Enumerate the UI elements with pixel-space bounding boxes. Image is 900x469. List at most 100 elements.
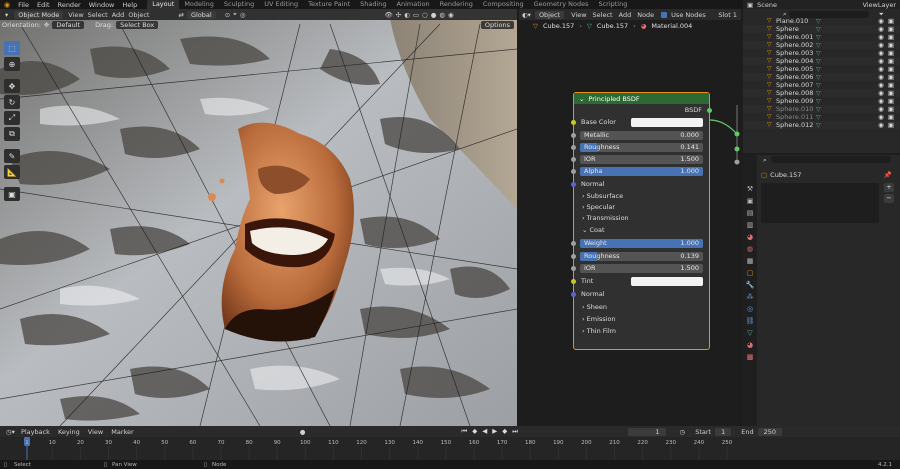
xray-icon[interactable]: ▭ xyxy=(413,11,419,19)
remove-slot-button[interactable]: − xyxy=(884,194,894,203)
eye-icon[interactable]: ◉ xyxy=(878,33,884,41)
tint-swatch[interactable] xyxy=(631,276,703,286)
workspace-tab-rendering[interactable]: Rendering xyxy=(435,0,478,9)
principled-bsdf-node[interactable]: ⌄ Principled BSDF BSDF Base Color Metall… xyxy=(571,92,712,350)
jump-start-icon[interactable]: ⏮ xyxy=(461,427,467,436)
camera-icon[interactable]: ▣ xyxy=(888,41,894,49)
select-box-icon[interactable]: ⬚ xyxy=(4,41,20,55)
transmission-panel[interactable]: › Transmission xyxy=(574,213,709,223)
base-color-swatch[interactable] xyxy=(631,117,703,127)
eye-icon[interactable]: ◉ xyxy=(878,17,884,25)
texture-tab-icon[interactable]: ▩ xyxy=(746,353,755,362)
camera-icon[interactable]: ▣ xyxy=(888,105,894,113)
workspace-tab-uv-editing[interactable]: UV Editing xyxy=(259,0,303,9)
bsdf-output-socket[interactable] xyxy=(707,107,712,113)
camera-icon[interactable]: ▣ xyxy=(888,113,894,121)
proportional-icon[interactable]: ◎ xyxy=(240,11,246,19)
camera-icon[interactable]: ▣ xyxy=(888,33,894,41)
physics-tab-icon[interactable]: ◎ xyxy=(746,305,755,314)
blender-logo-icon[interactable]: ◉ xyxy=(0,1,10,9)
camera-icon[interactable]: ▣ xyxy=(888,49,894,57)
timeline[interactable]: ◷▾ Playback Keying View Marker ● ⏮ ◆ ◀ ▶ ◆ … xyxy=(0,426,900,460)
mesh-data-icon[interactable]: ▽ xyxy=(816,34,821,41)
camera-icon[interactable]: ▣ xyxy=(888,17,894,25)
emission-panel[interactable]: › Emission xyxy=(574,314,709,324)
rotate-icon[interactable]: ↻ xyxy=(4,95,20,109)
camera-icon[interactable]: ▣ xyxy=(888,89,894,97)
tint-socket[interactable] xyxy=(571,278,576,284)
menu-file[interactable]: File xyxy=(14,1,33,9)
outliner-item[interactable]: ▽ Sphere.004 ▽ ◉ ▣ xyxy=(743,57,900,65)
3d-viewport[interactable]: ▾ Object Mode View Select Add Object ⇄ Glob… xyxy=(0,9,517,426)
outliner-item[interactable]: ▽ Sphere.006 ▽ ◉ ▣ xyxy=(743,73,900,81)
mesh-data-icon[interactable]: ▽ xyxy=(816,26,821,33)
transform-icon[interactable]: ⇄ xyxy=(178,11,183,19)
outliner-item[interactable]: ▽ Sphere ▽ ◉ ▣ xyxy=(743,25,900,33)
next-key-icon[interactable]: ◆ xyxy=(502,427,507,436)
eye-icon[interactable]: ◉ xyxy=(878,121,884,129)
alpha-slider[interactable]: Alpha 1.000 xyxy=(580,166,703,176)
coat-roughness-socket[interactable] xyxy=(571,253,576,259)
collapse-icon[interactable]: ⌄ xyxy=(579,95,584,103)
coat-normal-socket[interactable] xyxy=(571,291,576,297)
shading-solid-icon[interactable]: ● xyxy=(431,11,437,19)
workspace-tab-modeling[interactable]: Modeling xyxy=(179,0,219,9)
camera-icon[interactable]: ▣ xyxy=(888,57,894,65)
gizmo-icon[interactable]: ✣ xyxy=(396,11,401,19)
outliner-item[interactable]: ▽ Sphere.002 ▽ ◉ ▣ xyxy=(743,41,900,49)
timeline-menu-marker[interactable]: Marker xyxy=(111,428,133,436)
outliner[interactable]: ▣ Scene ViewLayer ⌕ ⏷ ▽ Plane.010 ▽ ◉ ▣ ▽ Sphe… xyxy=(743,0,900,153)
roughness-slider[interactable]: Roughness 0.141 xyxy=(580,142,703,152)
play-icon[interactable]: ▶ xyxy=(492,427,497,436)
coat-ior-socket[interactable] xyxy=(571,265,576,271)
collection-tab-icon[interactable]: ▦ xyxy=(746,257,755,266)
transform-icon[interactable]: ⧉ xyxy=(4,127,20,141)
metallic-slider[interactable]: Metallic 0.000 xyxy=(580,130,703,140)
output-tab-icon[interactable]: ▤ xyxy=(746,209,755,218)
ior-field[interactable]: IOR 1.500 xyxy=(580,154,703,164)
scale-icon[interactable]: ⤢ xyxy=(4,111,20,125)
menu-help[interactable]: Help xyxy=(118,1,141,9)
workspace-tab-sculpting[interactable]: Sculpting xyxy=(219,0,259,9)
eye-icon[interactable]: ◉ xyxy=(878,81,884,89)
mesh-data-icon[interactable]: ▽ xyxy=(816,74,821,81)
outliner-item[interactable]: ▽ Sphere.008 ▽ ◉ ▣ xyxy=(743,89,900,97)
editor-type-icon[interactable]: ▾ xyxy=(2,11,11,19)
eye-icon[interactable]: ◉ xyxy=(878,113,884,121)
menu-window[interactable]: Window xyxy=(85,1,119,9)
shading-wire-icon[interactable]: ○ xyxy=(422,11,428,19)
prev-key-icon[interactable]: ◆ xyxy=(472,427,477,436)
workspace-tab-scripting[interactable]: Scripting xyxy=(593,0,632,9)
visibility-icon[interactable]: 👁 xyxy=(384,11,392,19)
overlay-icon[interactable]: ◐ xyxy=(404,11,410,19)
scene-icon[interactable]: ▣ xyxy=(747,1,753,9)
mesh-data-icon[interactable]: ▽ xyxy=(816,114,821,121)
outliner-item[interactable]: ▽ Sphere.001 ▽ ◉ ▣ xyxy=(743,33,900,41)
play-reverse-icon[interactable]: ◀ xyxy=(482,427,487,436)
modifier-tab-icon[interactable]: 🔧 xyxy=(746,281,755,290)
mesh-data-icon[interactable]: ▽ xyxy=(816,42,821,49)
add-slot-button[interactable]: + xyxy=(884,183,894,192)
outliner-item[interactable]: ▽ Sphere.007 ▽ ◉ ▣ xyxy=(743,81,900,89)
outliner-item[interactable]: ▽ Sphere.010 ▽ ◉ ▣ xyxy=(743,105,900,113)
eye-icon[interactable]: ◉ xyxy=(878,57,884,65)
shader-node-editor[interactable]: ◐▾ Object View Select Add Node Use Nodes Sl… xyxy=(519,9,741,426)
menu-render[interactable]: Render xyxy=(54,1,85,9)
eye-icon[interactable]: ◉ xyxy=(878,97,884,105)
move-icon[interactable]: ✥ xyxy=(4,79,20,93)
viewport-menu-select[interactable]: Select xyxy=(86,11,110,19)
pin-icon[interactable]: 📌 xyxy=(884,171,892,179)
thin-film-panel[interactable]: › Thin Film xyxy=(574,326,709,336)
cursor-icon[interactable]: ⊕ xyxy=(4,57,20,71)
orientation-dropdown[interactable]: Default xyxy=(52,21,85,29)
camera-icon[interactable]: ▣ xyxy=(888,81,894,89)
mesh-data-icon[interactable]: ▽ xyxy=(816,18,821,25)
ior-socket[interactable] xyxy=(571,156,576,162)
mesh-data-icon[interactable]: ▽ xyxy=(816,98,821,105)
workspace-tab-shading[interactable]: Shading xyxy=(355,0,391,9)
editor-type-icon[interactable]: ◷▾ xyxy=(6,428,15,436)
properties-editor[interactable]: ⚒ ▣ ▤ ▥ ◕ ◍ ▦ ▢ 🔧 ⁂ ◎ ⛓ ▽ ◕ ▩ ⌕ ▢ Cube.1… xyxy=(743,155,900,455)
mesh-data-icon[interactable]: ▽ xyxy=(816,82,821,89)
properties-list-box[interactable] xyxy=(761,183,879,223)
eye-icon[interactable]: ◉ xyxy=(878,89,884,97)
